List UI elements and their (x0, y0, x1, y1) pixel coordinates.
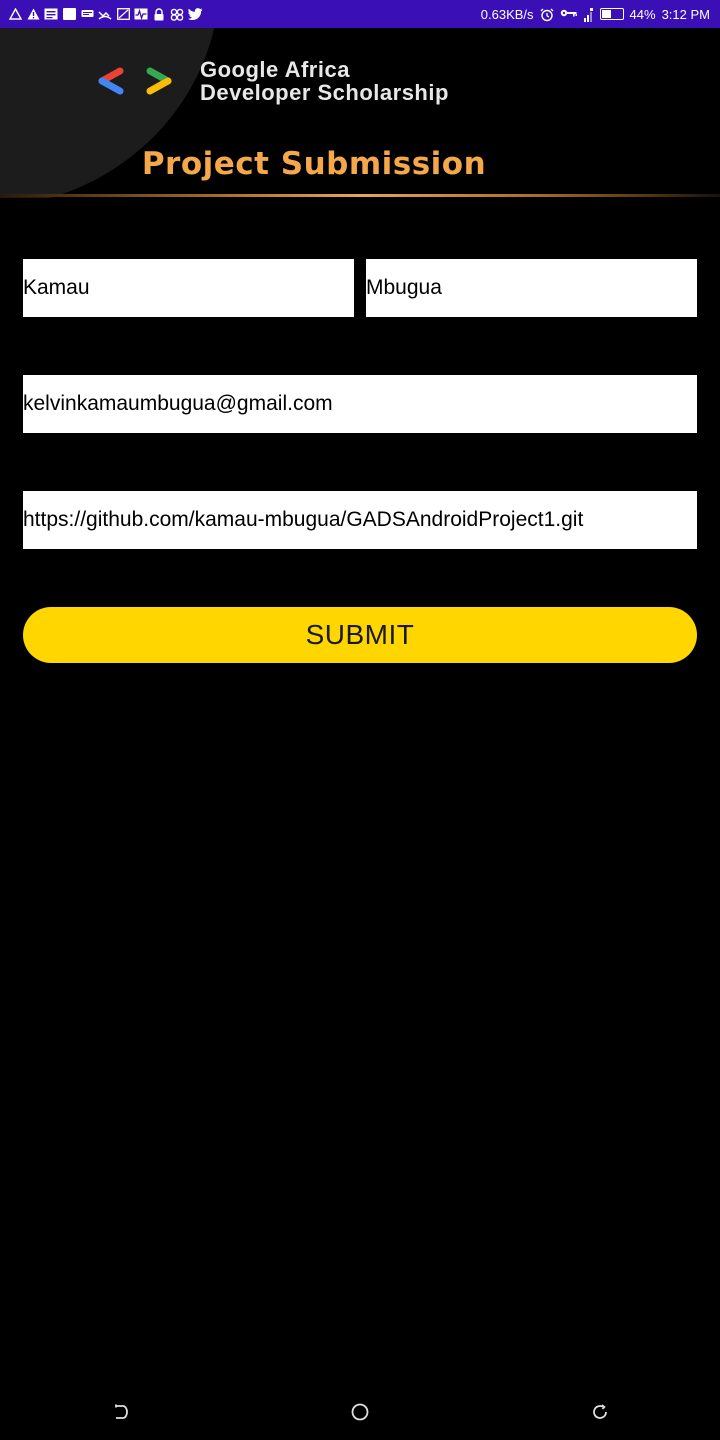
last-name-field[interactable]: Mbugua (366, 259, 697, 317)
submit-label: SUBMIT (305, 619, 415, 650)
brand-text: Google Africa Developer Scholarship (200, 58, 449, 104)
back-icon (115, 1404, 128, 1419)
brand-line-1: Google Africa (200, 57, 350, 82)
screenshot-icon (116, 7, 130, 21)
clock: 3:12 PM (661, 6, 710, 22)
first-name-value: Kamau (23, 276, 90, 299)
alarm-icon (540, 8, 554, 21)
notification-icons (8, 7, 203, 21)
key-icon (560, 8, 578, 21)
recents-icon (593, 1404, 607, 1419)
app-header: Google Africa Developer Scholarship Proj… (0, 28, 720, 198)
twitter-icon (188, 7, 203, 21)
last-name-value: Mbugua (366, 276, 442, 299)
header-divider (0, 194, 720, 197)
navigation-bar (0, 1384, 720, 1440)
activity-icon (134, 8, 148, 21)
brand-line-2: Developer Scholarship (200, 80, 449, 105)
google-developers-logo-icon (98, 67, 172, 95)
back-button[interactable] (100, 1392, 140, 1432)
github-link-field[interactable]: https://github.com/kamau-mbugua/GADSAndr… (23, 491, 697, 549)
missed-call-icon (98, 8, 112, 21)
home-button[interactable] (340, 1392, 380, 1432)
system-status: 0.63KB/s 44% 3:12 PM (481, 7, 710, 22)
email-value: kelvinkamaumbugua@gmail.com (23, 392, 333, 415)
first-name-field[interactable]: Kamau (23, 259, 354, 317)
signal-icon (583, 7, 594, 22)
news-icon (44, 8, 58, 21)
network-speed: 0.63KB/s (480, 6, 534, 22)
home-icon (351, 1403, 369, 1421)
status-bar: 0.63KB/s 44% 3:12 PM (0, 0, 720, 28)
battery-icon (599, 8, 624, 20)
warning-outline-icon (8, 7, 22, 21)
battery-percent: 44% (629, 6, 656, 22)
submit-button[interactable]: SUBMIT (23, 607, 697, 663)
github-link-value: https://github.com/kamau-mbugua/GADSAndr… (23, 508, 584, 531)
lock-icon (152, 7, 166, 21)
bluetooth-like-icon (170, 8, 184, 21)
page-title: Project Submission (141, 146, 487, 182)
message-icon (80, 8, 94, 21)
recents-button[interactable] (580, 1392, 620, 1432)
warning-icon (26, 8, 40, 21)
square-icon (62, 7, 76, 21)
brand: Google Africa Developer Scholarship (96, 58, 449, 104)
email-field[interactable]: kelvinkamaumbugua@gmail.com (23, 375, 697, 433)
